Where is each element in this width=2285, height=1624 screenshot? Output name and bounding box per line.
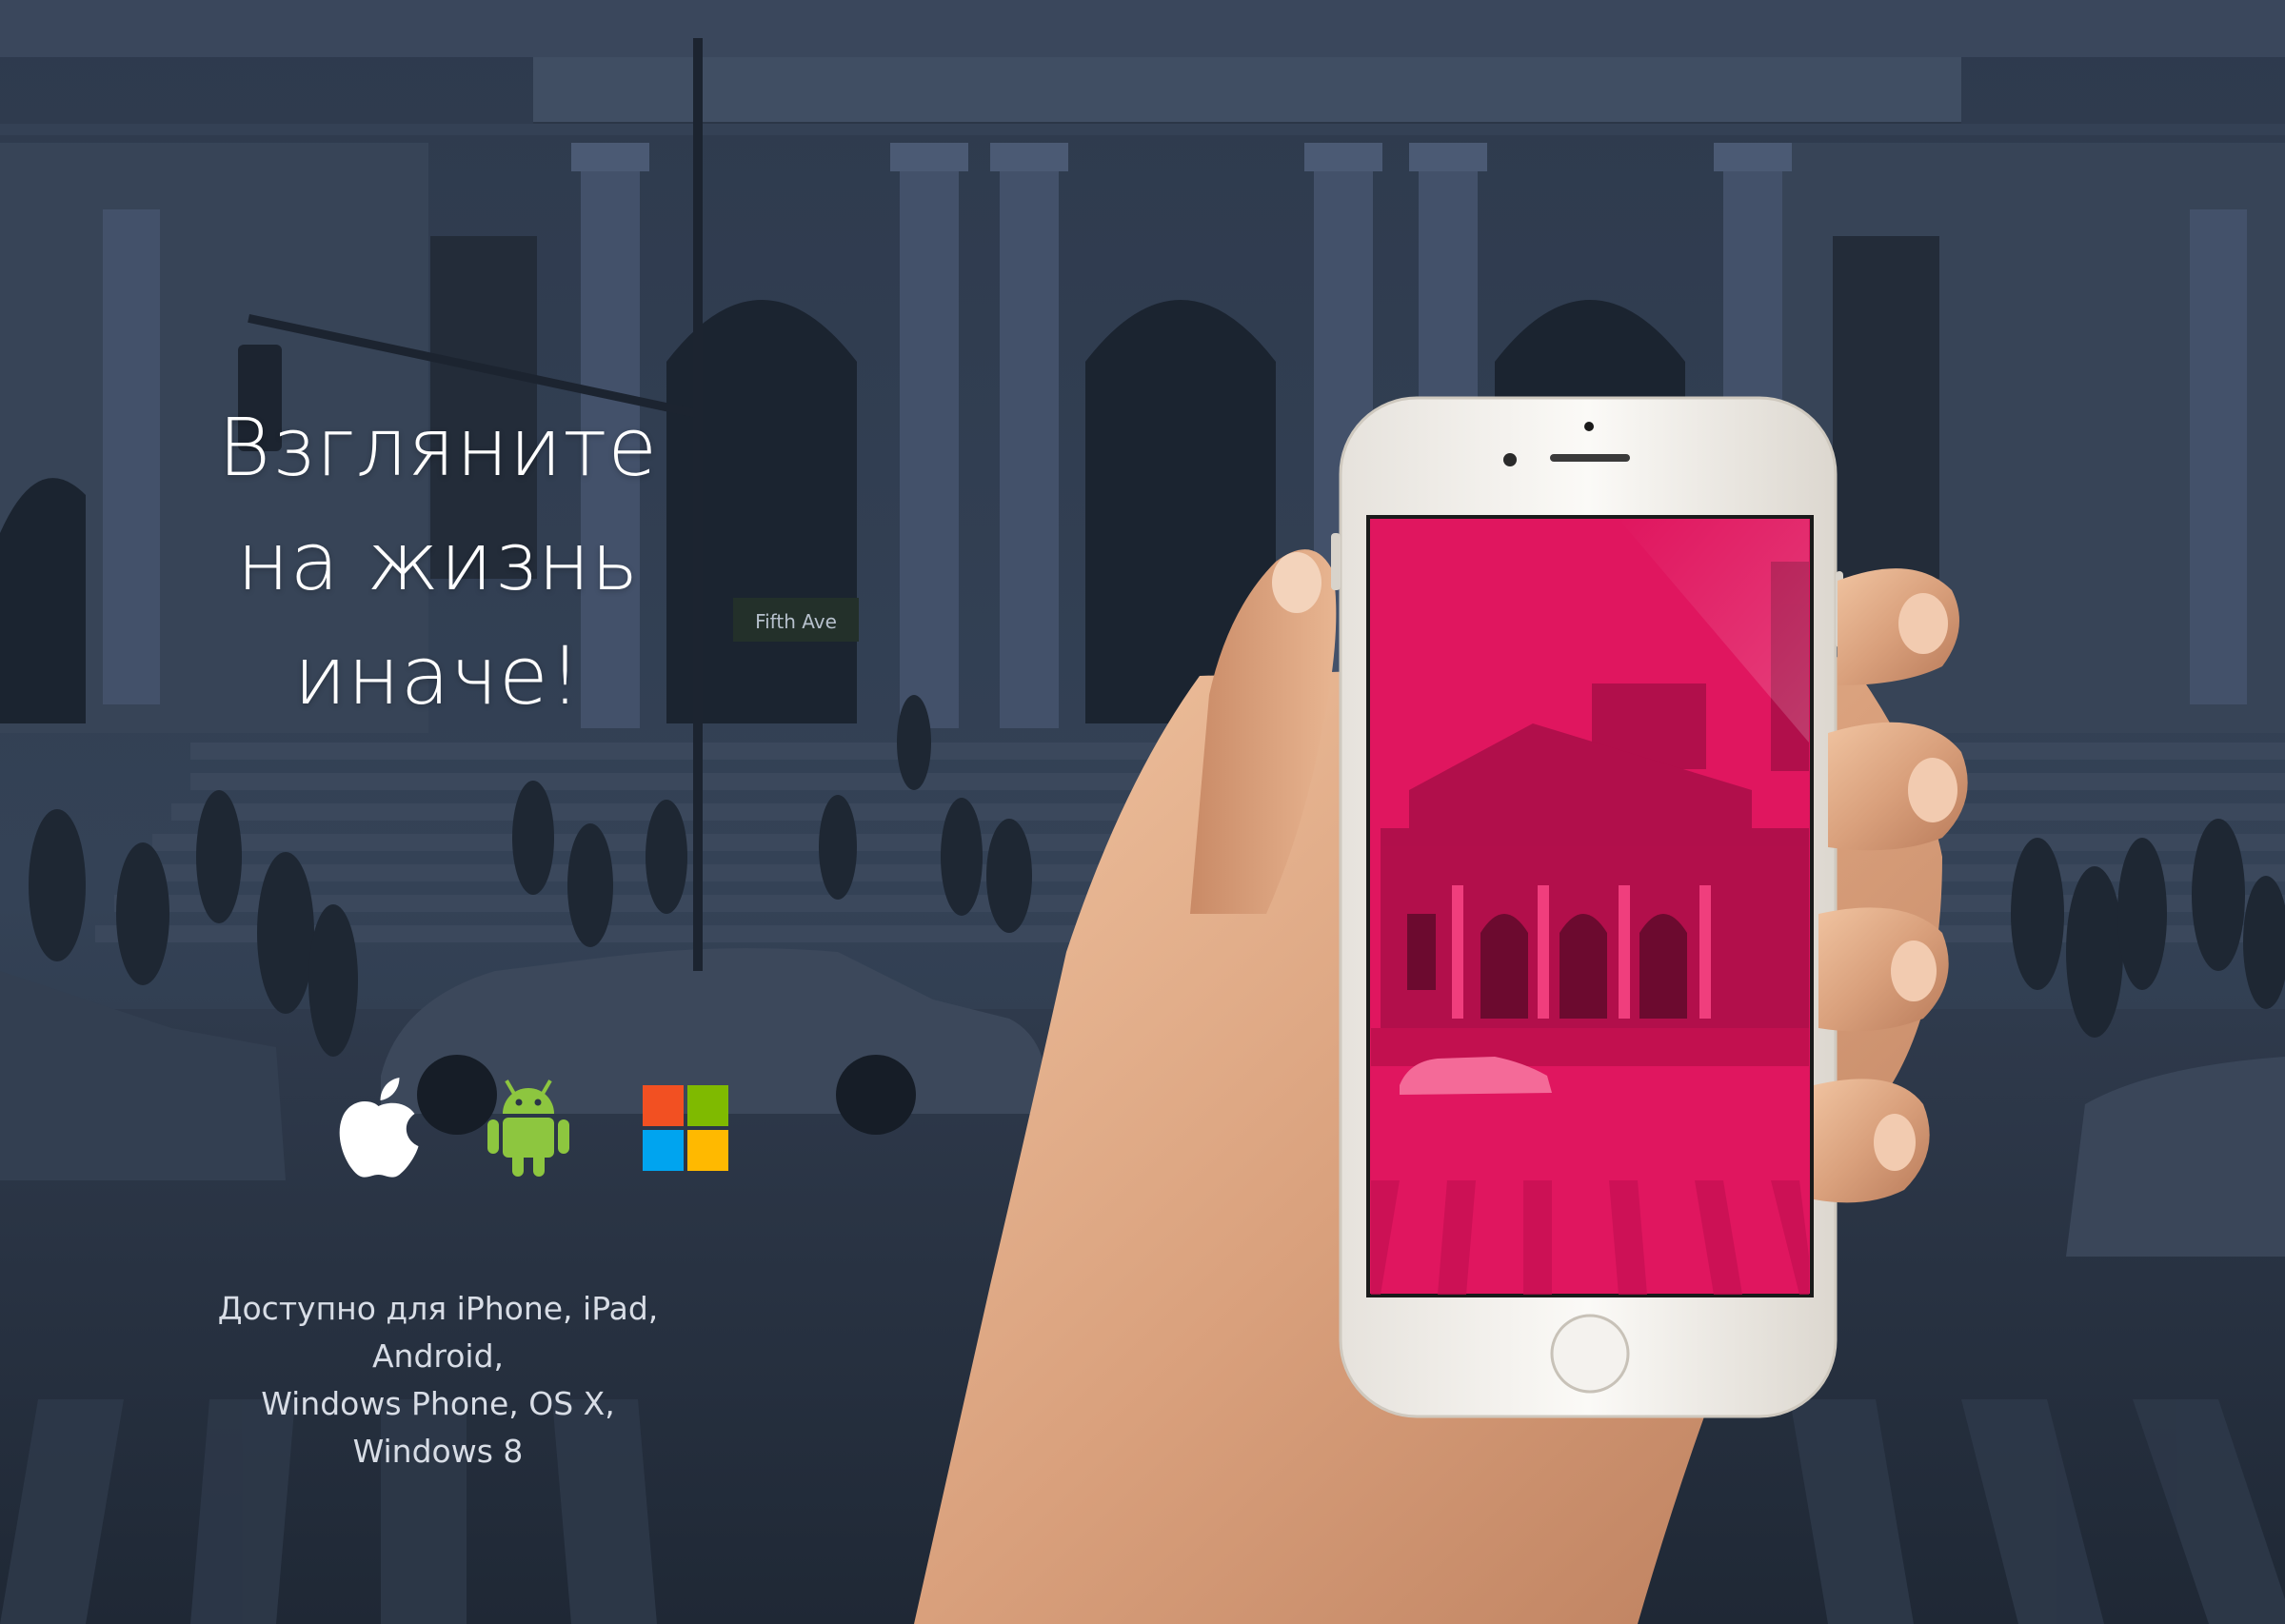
ad-banner: Fifth Ave Взгляните на жизнь иначе! Дост… [0, 0, 2285, 1624]
hand-holding-phone [914, 396, 1968, 1624]
